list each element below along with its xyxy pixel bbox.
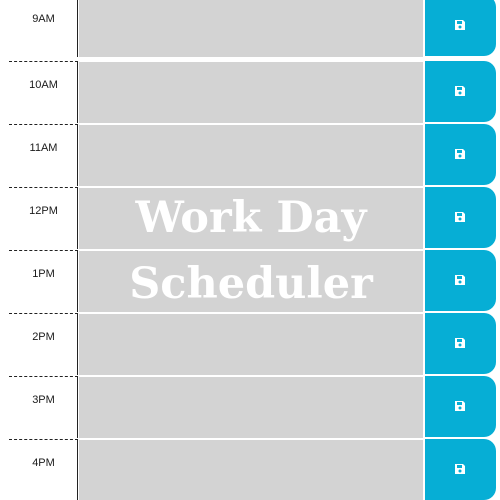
task-input[interactable] bbox=[79, 439, 423, 500]
task-input[interactable] bbox=[79, 376, 423, 438]
hour-label: 4PM bbox=[32, 457, 55, 469]
save-button[interactable] bbox=[425, 124, 496, 185]
time-block-row: 3PM bbox=[0, 376, 500, 439]
floppy-disk-icon bbox=[455, 275, 465, 285]
hour-label: 3PM bbox=[32, 394, 55, 406]
hour-label: 2PM bbox=[32, 331, 55, 343]
save-button[interactable] bbox=[425, 61, 496, 122]
hour-label: 10AM bbox=[29, 79, 58, 91]
task-input[interactable] bbox=[79, 313, 423, 375]
hour-cell: 4PM bbox=[9, 439, 78, 500]
save-button[interactable] bbox=[425, 0, 496, 56]
time-block-row: 2PM bbox=[0, 313, 500, 376]
task-input[interactable] bbox=[79, 61, 423, 123]
save-button[interactable] bbox=[425, 313, 496, 374]
hour-label: 12PM bbox=[29, 205, 58, 217]
save-button[interactable] bbox=[425, 187, 496, 248]
task-input[interactable] bbox=[79, 187, 423, 249]
floppy-disk-icon bbox=[455, 20, 465, 30]
task-input[interactable] bbox=[79, 124, 423, 186]
hour-label: 9AM bbox=[32, 13, 55, 25]
floppy-disk-icon bbox=[455, 212, 465, 222]
save-button[interactable] bbox=[425, 250, 496, 311]
floppy-disk-icon bbox=[455, 464, 465, 474]
task-input[interactable] bbox=[79, 250, 423, 312]
hour-cell: 10AM bbox=[9, 61, 78, 123]
time-block-row: 12PM bbox=[0, 187, 500, 250]
hour-cell: 1PM bbox=[9, 250, 78, 312]
save-button[interactable] bbox=[425, 439, 496, 500]
save-button[interactable] bbox=[425, 376, 496, 437]
time-block-row: 10AM bbox=[0, 61, 500, 124]
hour-label: 11AM bbox=[29, 142, 58, 154]
time-block-row: 11AM bbox=[0, 124, 500, 187]
hour-cell: 11AM bbox=[9, 124, 78, 186]
hour-label: 1PM bbox=[32, 268, 55, 280]
task-input[interactable] bbox=[79, 0, 423, 57]
hour-cell: 12PM bbox=[9, 187, 78, 249]
floppy-disk-icon bbox=[455, 401, 465, 411]
scheduler: 9AM 10AM 11AM 12PM 1PM 2PM 3PM 4PM Work … bbox=[0, 0, 500, 500]
time-block-row: 4PM bbox=[0, 439, 500, 500]
time-block-row: 9AM bbox=[0, 0, 500, 58]
floppy-disk-icon bbox=[455, 338, 465, 348]
floppy-disk-icon bbox=[455, 86, 465, 96]
hour-cell: 3PM bbox=[9, 376, 78, 438]
hour-cell: 9AM bbox=[9, 0, 78, 57]
time-block-row: 1PM bbox=[0, 250, 500, 313]
floppy-disk-icon bbox=[455, 149, 465, 159]
hour-cell: 2PM bbox=[9, 313, 78, 375]
